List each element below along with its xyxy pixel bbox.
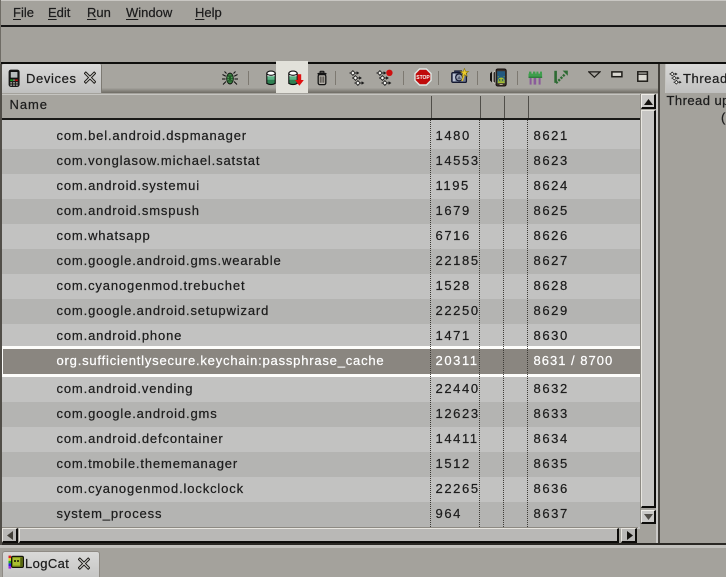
svg-text:STOP: STOP <box>416 75 430 81</box>
